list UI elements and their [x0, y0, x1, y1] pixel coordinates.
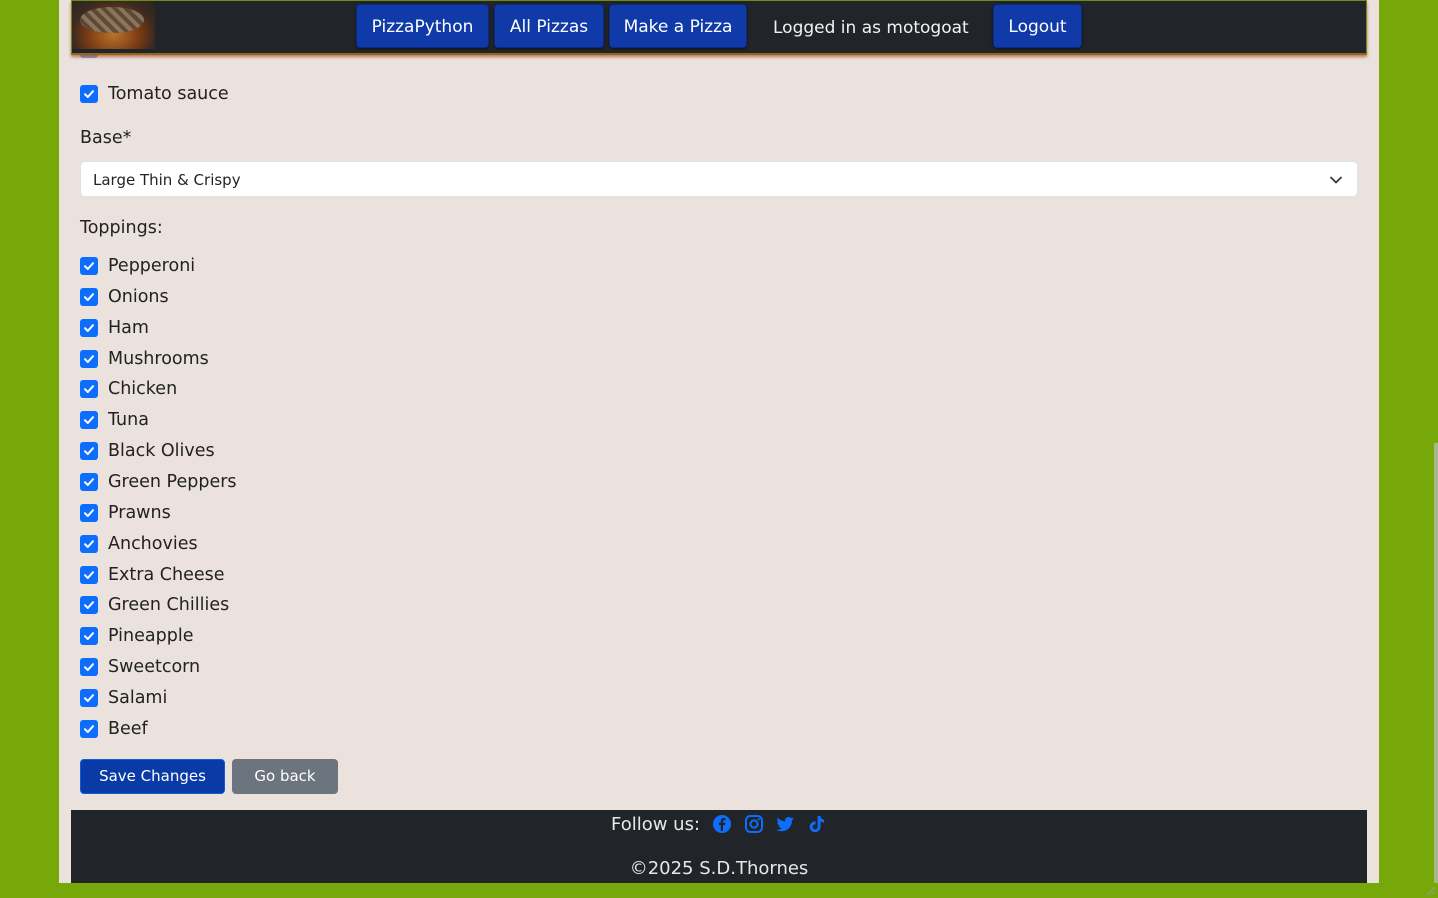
twitter-icon[interactable]: [775, 814, 795, 834]
topping-label: Prawns: [108, 503, 171, 523]
check-icon: [84, 355, 94, 363]
logout-button[interactable]: Logout: [993, 4, 1082, 48]
check-icon: [84, 571, 94, 579]
navbar: PizzaPython All Pizzas Make a Pizza Logg…: [71, 0, 1367, 55]
check-icon: [84, 90, 94, 98]
topping-label: Chicken: [108, 379, 178, 399]
topping-option[interactable]: Chicken: [80, 379, 177, 399]
resize-grip-icon[interactable]: [1426, 886, 1436, 896]
topping-label: Green Peppers: [108, 472, 237, 492]
check-icon: [84, 663, 94, 671]
topping-option[interactable]: Green Peppers: [80, 472, 237, 492]
topping-checkbox[interactable]: [80, 535, 98, 553]
topping-checkbox[interactable]: [80, 319, 98, 337]
topping-checkbox[interactable]: [80, 689, 98, 707]
topping-label: Extra Cheese: [108, 565, 225, 585]
facebook-icon[interactable]: [712, 814, 732, 834]
topping-checkbox[interactable]: [80, 442, 98, 460]
tomato-sauce-label: Tomato sauce: [108, 84, 229, 104]
check-icon: [84, 540, 94, 548]
topping-label: Mushrooms: [108, 349, 209, 369]
topping-option[interactable]: Tuna: [80, 410, 149, 430]
topping-label: Beef: [108, 719, 148, 739]
topping-checkbox[interactable]: [80, 473, 98, 491]
chevron-down-icon: [1330, 176, 1342, 184]
topping-option[interactable]: Prawns: [80, 503, 171, 523]
check-icon: [84, 293, 94, 301]
toppings-label: Toppings:: [80, 218, 163, 238]
save-changes-button[interactable]: Save Changes: [80, 759, 225, 794]
follow-us: Follow us:: [71, 814, 1367, 836]
topping-checkbox[interactable]: [80, 720, 98, 738]
footer: Follow us: ©2025 S.D.Thornes: [71, 810, 1367, 883]
topping-checkbox[interactable]: [80, 288, 98, 306]
topping-checkbox[interactable]: [80, 627, 98, 645]
base-label: Base*: [80, 128, 132, 148]
check-icon: [84, 324, 94, 332]
topping-checkbox[interactable]: [80, 566, 98, 584]
check-icon: [84, 694, 94, 702]
nav-brand-button[interactable]: PizzaPython: [356, 4, 489, 48]
nav-make-pizza-button[interactable]: Make a Pizza: [609, 4, 747, 48]
topping-label: Anchovies: [108, 534, 198, 554]
check-icon: [84, 478, 94, 486]
check-icon: [84, 447, 94, 455]
topping-option[interactable]: Salami: [80, 688, 167, 708]
pizza-logo[interactable]: [72, 1, 155, 49]
scrollbar[interactable]: [1434, 443, 1438, 883]
topping-checkbox[interactable]: [80, 411, 98, 429]
check-icon: [84, 632, 94, 640]
topping-label: Pepperoni: [108, 256, 196, 276]
topping-checkbox[interactable]: [80, 596, 98, 614]
instagram-icon[interactable]: [744, 814, 764, 834]
topping-option[interactable]: Ham: [80, 318, 149, 338]
tomato-sauce-checkbox[interactable]: [80, 85, 98, 103]
check-icon: [84, 601, 94, 609]
topping-option[interactable]: Pepperoni: [80, 256, 195, 276]
topping-label: Sweetcorn: [108, 657, 201, 677]
check-icon: [84, 385, 94, 393]
topping-checkbox[interactable]: [80, 658, 98, 676]
base-select[interactable]: Large Thin & Crispy: [80, 161, 1358, 197]
page-content: [59, 0, 1379, 883]
topping-option[interactable]: Anchovies: [80, 534, 198, 554]
topping-label: Pineapple: [108, 626, 194, 646]
topping-checkbox[interactable]: [80, 504, 98, 522]
check-icon: [84, 416, 94, 424]
check-icon: [84, 509, 94, 517]
topping-option[interactable]: Onions: [80, 287, 169, 307]
sauce-option[interactable]: Tomato sauce: [80, 84, 229, 104]
topping-checkbox[interactable]: [80, 380, 98, 398]
topping-option[interactable]: Pineapple: [80, 626, 193, 646]
topping-label: Onions: [108, 287, 169, 307]
topping-label: Ham: [108, 318, 149, 338]
copyright-text: ©2025 S.D.Thornes: [629, 858, 809, 879]
tiktok-icon[interactable]: [807, 814, 827, 834]
topping-option[interactable]: Black Olives: [80, 441, 215, 461]
topping-option[interactable]: Extra Cheese: [80, 565, 224, 585]
topping-option[interactable]: Sweetcorn: [80, 657, 200, 677]
topping-option[interactable]: Beef: [80, 719, 148, 739]
topping-label: Green Chillies: [108, 595, 230, 615]
topping-checkbox[interactable]: [80, 350, 98, 368]
topping-label: Tuna: [108, 410, 149, 430]
nav-all-pizzas-button[interactable]: All Pizzas: [494, 4, 604, 48]
base-select-value: Large Thin & Crispy: [93, 171, 241, 189]
check-icon: [84, 262, 94, 270]
logged-in-text: Logged in as motogoat: [773, 18, 969, 38]
topping-option[interactable]: Green Chillies: [80, 595, 229, 615]
check-icon: [84, 725, 94, 733]
follow-label: Follow us:: [611, 814, 701, 835]
topping-label: Salami: [108, 688, 168, 708]
topping-checkbox[interactable]: [80, 257, 98, 275]
topping-label: Black Olives: [108, 441, 215, 461]
go-back-button[interactable]: Go back: [232, 759, 338, 794]
topping-option[interactable]: Mushrooms: [80, 349, 209, 369]
